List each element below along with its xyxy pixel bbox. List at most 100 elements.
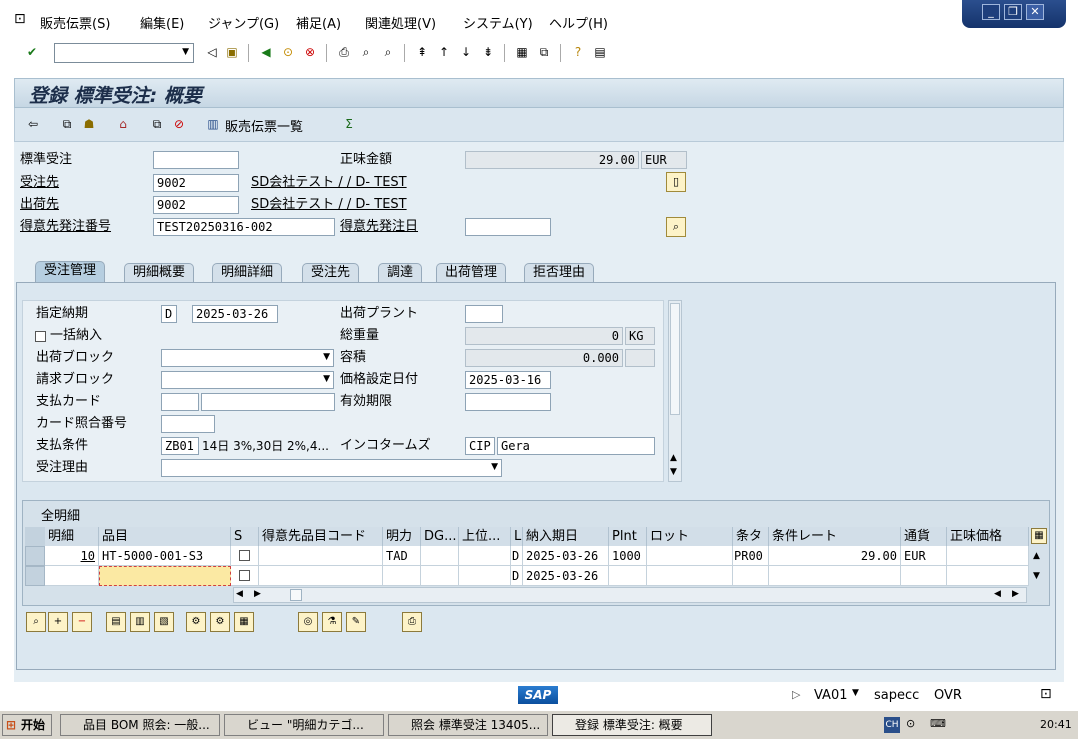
table-row-higher-item[interactable] [459, 566, 511, 586]
table-row-delivery-date[interactable]: 2025-03-26 [523, 566, 609, 586]
table-row-dg[interactable] [421, 566, 459, 586]
print-icon[interactable]: ⎙ [336, 44, 352, 60]
menu-edit[interactable]: 編集(E) [140, 13, 184, 32]
tab-sales[interactable]: 受注管理 [35, 261, 106, 283]
row-checkbox[interactable] [239, 550, 250, 561]
table-row-item-category[interactable]: TAD [383, 546, 421, 566]
taskbar-item[interactable]: 照会 標準受注 13405... [388, 714, 548, 736]
layout-menu-icon[interactable]: ▤ [592, 44, 608, 60]
table-row-s[interactable] [231, 546, 259, 566]
table-row-net-price[interactable] [947, 566, 1029, 586]
table-row-customer-material[interactable] [259, 546, 383, 566]
tab-procurement[interactable]: 調達 [378, 263, 423, 282]
pricing-date-field[interactable]: 2025-03-16 [465, 371, 551, 389]
sold-to-name[interactable]: SD会社テスト / / D- TEST [251, 174, 407, 192]
tray-icon[interactable]: ⊙ [906, 717, 915, 730]
valid-to-field[interactable] [465, 393, 551, 411]
first-page-icon[interactable]: ⇞ [414, 44, 430, 60]
cancel-icon[interactable]: ⊗ [302, 44, 318, 60]
table-row-currency[interactable]: EUR [901, 546, 947, 566]
col-net-price[interactable]: 正味価格 [947, 527, 1029, 546]
col-plant[interactable]: Plnt [609, 527, 647, 546]
table-row-plant[interactable] [609, 566, 647, 586]
next-page-icon[interactable]: ↓ [458, 44, 474, 60]
schedule-lines-icon[interactable]: ⚙ [210, 612, 230, 632]
close-icon[interactable]: ✕ [1026, 4, 1044, 20]
po-date-label[interactable]: 得意先発注日 [340, 218, 418, 236]
table-row-condition-type[interactable] [733, 566, 769, 586]
edit-icon[interactable]: ✎ [346, 612, 366, 632]
po-number-label[interactable]: 得意先発注番号 [20, 218, 111, 236]
save-icon[interactable]: ▣ [224, 44, 240, 60]
new-session-icon[interactable]: ▦ [514, 44, 530, 60]
start-button[interactable]: ⊞ 开始 [2, 714, 52, 736]
deselect-all-icon[interactable]: ▧ [154, 612, 174, 632]
scroll-thumb[interactable] [290, 589, 302, 601]
tab-reason-rejection[interactable]: 拒否理由 [524, 263, 595, 282]
minimize-icon[interactable]: _ [982, 4, 1000, 20]
po-number-field[interactable]: TEST20250316-002 [153, 218, 335, 236]
card-verification-field[interactable] [161, 415, 215, 433]
ship-to-name[interactable]: SD会社テスト / / D- TEST [251, 196, 407, 214]
select-block-icon[interactable]: ▥ [130, 612, 150, 632]
billing-block-dropdown[interactable] [161, 371, 334, 389]
scroll-right-icon[interactable]: ▶ [254, 589, 261, 599]
horizontal-scrollbar[interactable]: ◀ ▶ ◀ ▶ [233, 587, 1027, 603]
tab-shipping[interactable]: 出荷管理 [436, 263, 507, 282]
help-icon[interactable]: ? [570, 44, 586, 60]
table-row-condition-type[interactable]: PR00 [733, 546, 769, 566]
ship-to-field[interactable]: 9002 [153, 196, 239, 214]
enter-icon[interactable]: ✔ [24, 44, 40, 60]
delete-icon[interactable]: ⊘ [171, 116, 187, 132]
tab-ordering-party[interactable]: 受注先 [302, 263, 360, 282]
scroll-left-icon[interactable]: ◀ [236, 589, 243, 599]
header-output-icon[interactable]: ⧉ [59, 116, 75, 132]
row-selector[interactable] [25, 566, 45, 586]
create-with-ref-icon[interactable]: ⧉ [149, 116, 165, 132]
table-row-batch[interactable] [647, 546, 733, 566]
req-deliv-date-field[interactable]: 2025-03-26 [192, 305, 278, 323]
chevron-down-icon[interactable]: ▼ [852, 688, 859, 698]
table-scroll-down-icon[interactable]: ▼ [1033, 571, 1040, 581]
col-s[interactable]: S [231, 527, 259, 546]
menu-icon[interactable]: ⊡ [14, 11, 26, 27]
table-row-l[interactable]: D [511, 546, 523, 566]
vertical-scrollbar[interactable]: ▲ ▼ [668, 300, 682, 482]
sales-doc-list-button[interactable]: 販売伝票一覧 [225, 116, 303, 135]
lock-icon[interactable]: ⊡ [1040, 686, 1052, 702]
find-next-icon[interactable]: ⌕ [380, 44, 396, 60]
incoterms-place-field[interactable]: Gera [497, 437, 655, 455]
last-page-icon[interactable]: ⇟ [480, 44, 496, 60]
menu-system[interactable]: システム(Y) [463, 13, 533, 32]
complete-delivery-checkbox[interactable] [35, 331, 46, 342]
tray-icon[interactable]: ⌨ [930, 717, 946, 730]
previous-page-icon[interactable]: ↑ [436, 44, 452, 60]
shipping-plant-field[interactable] [465, 305, 503, 323]
command-field[interactable]: ▼ [54, 43, 194, 63]
table-row-condition-rate[interactable]: 29.00 [769, 546, 901, 566]
incoterms-field[interactable]: CIP [465, 437, 495, 455]
col-material[interactable]: 品目 [99, 527, 231, 546]
shortcut-icon[interactable]: ⧉ [536, 44, 552, 60]
payment-card-field[interactable] [201, 393, 335, 411]
configuration-icon[interactable]: ⚙ [186, 612, 206, 632]
print-preview-icon[interactable]: ⎙ [402, 612, 422, 632]
menu-environment[interactable]: 関連処理(V) [365, 13, 436, 32]
display-doc-icon[interactable]: ⇦ [25, 116, 41, 132]
item-details-icon[interactable]: ⌕ [26, 612, 46, 632]
taskbar-item[interactable]: 品目 BOM 照会: 一般... [60, 714, 220, 736]
col-higher-item[interactable]: 上位... [459, 527, 511, 546]
table-row-material[interactable]: HT-5000-001-S3 [99, 546, 231, 566]
payment-card-type-field[interactable] [161, 393, 199, 411]
scroll-down-icon[interactable]: ▼ [670, 467, 677, 477]
document-icon[interactable]: ▯ [666, 172, 686, 192]
po-date-field[interactable] [465, 218, 551, 236]
taskbar-item[interactable]: ビュー "明細カテゴ... [224, 714, 384, 736]
home-icon[interactable]: ⌂ [115, 116, 131, 132]
select-all-icon[interactable]: ▤ [106, 612, 126, 632]
delete-row-icon[interactable]: − [72, 612, 92, 632]
status-mode[interactable]: OVR [934, 688, 962, 703]
col-dg[interactable]: DG... [421, 527, 459, 546]
table-row-currency[interactable] [901, 566, 947, 586]
col-l[interactable]: L [511, 527, 523, 546]
